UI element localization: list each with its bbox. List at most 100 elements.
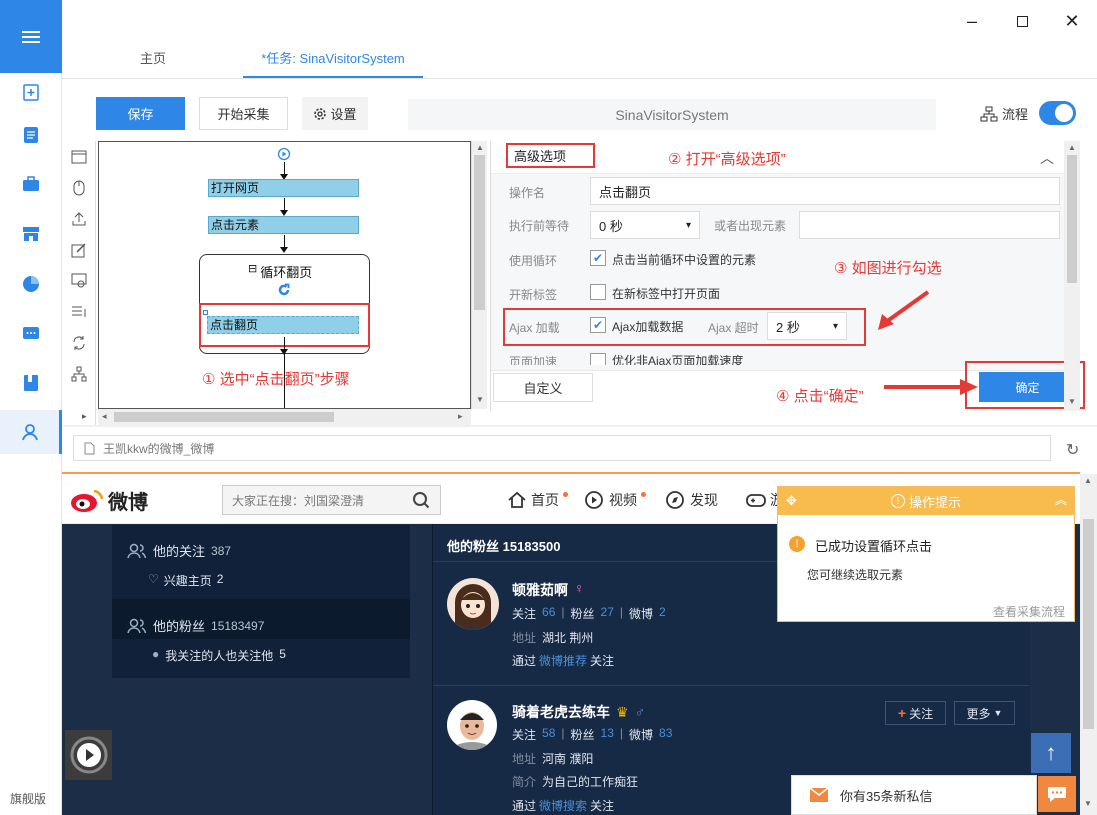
weibo-nav-video[interactable]: 视频 <box>585 490 646 510</box>
sidebar-item-toolbox[interactable] <box>0 162 62 206</box>
start-collect-button[interactable]: 开始采集 <box>199 97 288 130</box>
tool-recognize[interactable] <box>68 270 90 292</box>
task-name-field[interactable]: SinaVisitorSystem <box>408 99 936 130</box>
minimize-button[interactable]: – <box>947 0 997 42</box>
flow-toggle[interactable] <box>1039 101 1076 125</box>
follow-button-label: 关注 <box>909 706 934 721</box>
flow-canvas[interactable]: 打开网页 点击元素 ⊟ 循环翻页 点击翻页 ① 选中“点击翻页”步骤 <box>98 141 471 409</box>
settings-button[interactable]: 设置 <box>302 97 368 130</box>
appear-element-input[interactable] <box>799 211 1060 239</box>
use-loop-checkbox[interactable]: ✔ <box>590 250 606 266</box>
tool-branch[interactable] <box>68 363 90 385</box>
tab-task[interactable]: *任务: SinaVisitorSystem <box>243 48 423 78</box>
weibo-eye-icon <box>71 489 104 512</box>
sidebar-item-market[interactable] <box>0 212 62 256</box>
sidebar-item-messages[interactable] <box>0 312 62 356</box>
tool-select[interactable] <box>68 301 90 323</box>
custom-button[interactable]: 自定义 <box>493 373 593 402</box>
loop-collapse-icon[interactable]: ⊟ <box>248 262 257 281</box>
maximize-button[interactable] <box>997 0 1047 42</box>
ok-button[interactable]: 确定 <box>979 372 1076 402</box>
follow-button[interactable]: + 关注 <box>885 701 946 725</box>
tool-loop[interactable] <box>68 332 90 354</box>
sidebar-item-tutorial[interactable] <box>0 361 62 405</box>
tab-home[interactable]: 主页 <box>120 48 186 78</box>
chat-icon <box>23 327 39 339</box>
address-bar[interactable]: 王凯kkw的微博_微博 <box>73 435 1051 461</box>
side-interest[interactable]: ♡ 兴趣主页 2 <box>148 572 223 589</box>
reload-icon[interactable]: ↻ <box>1066 440 1079 460</box>
stat-follow[interactable]: 58 <box>542 726 555 743</box>
annotation-arrow-step3 <box>878 290 930 330</box>
weibo-search-input[interactable]: 大家正在搜：刘国梁澄清 <box>222 485 441 515</box>
flow-node-open-page[interactable]: 打开网页 <box>208 179 359 197</box>
weibo-nav-video-label: 视频 <box>609 492 637 508</box>
sidebar-item-account[interactable] <box>0 410 62 454</box>
flow-node-click-element[interactable]: 点击元素 <box>208 216 359 234</box>
drag-move-icon[interactable]: ✥ <box>786 493 797 509</box>
ajax-timeout-select[interactable]: 2 秒 ▾ <box>767 312 847 340</box>
sidebar-item-new-task[interactable] <box>0 70 62 114</box>
ajax-checkbox[interactable]: ✔ <box>590 317 606 333</box>
stat-weibo[interactable]: 83 <box>659 726 672 743</box>
tip-body: 您可继续选取元素 <box>807 568 904 582</box>
collapse-tools-icon[interactable]: ▸ <box>82 411 87 422</box>
back-to-top-button[interactable]: ↑ <box>1031 733 1071 773</box>
stat-label: 微博 <box>629 728 654 742</box>
video-play-button[interactable] <box>65 730 112 780</box>
stat-follow[interactable]: 66 <box>542 605 555 622</box>
close-button[interactable]: ✕ <box>1047 0 1097 42</box>
chevron-down-icon: ▾ <box>685 219 691 231</box>
tool-click[interactable] <box>68 177 90 199</box>
tool-input[interactable] <box>68 239 90 261</box>
side-fans-label: 他的粉丝 <box>153 619 206 634</box>
collapse-icon[interactable]: ︽ <box>1055 491 1067 508</box>
view-flow-link[interactable]: 查看采集流程 <box>993 603 1065 620</box>
more-button[interactable]: 更多 ▼ <box>954 701 1015 725</box>
menu-button[interactable] <box>0 0 62 73</box>
side-mutual-count: 5 <box>279 647 286 661</box>
save-button[interactable]: 保存 <box>96 97 185 130</box>
options-vertical-scrollbar[interactable]: ▲ ▼ <box>1064 141 1080 411</box>
weibo-logo[interactable]: 微博 <box>70 486 148 515</box>
stat-fans[interactable]: 13 <box>601 726 614 743</box>
side-following[interactable]: 他的关注 387 <box>127 541 231 560</box>
speed-checkbox-label: 优化非Ajax页面加载速度 <box>612 354 744 365</box>
via-link[interactable]: 微博搜索 <box>539 797 587 814</box>
stat-fans[interactable]: 27 <box>601 605 614 622</box>
advanced-options-header[interactable]: 高级选项 <box>506 143 595 168</box>
bio-label: 简介 <box>512 775 537 789</box>
wait-select[interactable]: 0 秒 ▾ <box>590 211 700 239</box>
newtab-checkbox-label: 在新标签中打开页面 <box>612 287 721 301</box>
sidebar-item-tasks[interactable] <box>0 113 62 157</box>
newtab-checkbox[interactable] <box>590 284 606 300</box>
side-fans[interactable]: 他的粉丝 15183497 <box>127 616 264 635</box>
canvas-vertical-scrollbar[interactable]: ▲ ▼ <box>471 141 487 409</box>
weibo-nav-home[interactable]: 首页 <box>507 490 568 510</box>
flow-arrow <box>280 235 288 253</box>
private-message-bar[interactable]: 你有35条新私信 <box>791 775 1037 815</box>
browser-vertical-scrollbar[interactable]: ▲ ▼ <box>1080 474 1097 815</box>
separator: | <box>561 605 565 619</box>
stat-weibo[interactable]: 2 <box>659 605 666 622</box>
tool-open-page[interactable] <box>68 146 90 168</box>
fan-name[interactable]: 顿雅茹啊 ♀ <box>512 580 585 600</box>
speed-checkbox[interactable] <box>590 353 606 365</box>
tool-extract[interactable] <box>68 208 90 230</box>
chat-button[interactable] <box>1038 776 1076 812</box>
sidebar-item-data[interactable] <box>0 262 62 306</box>
fan-avatar[interactable] <box>447 700 497 750</box>
maximize-icon <box>1016 15 1028 27</box>
fan-avatar[interactable] <box>447 578 499 630</box>
collapse-chevron-icon[interactable]: ︿ <box>1040 148 1054 168</box>
op-name-input[interactable]: 点击翻页 <box>590 177 1060 205</box>
settings-label: 设置 <box>330 107 357 122</box>
side-mutual[interactable]: ● 我关注的人也关注他 5 <box>152 647 286 664</box>
search-icon[interactable] <box>412 491 430 509</box>
canvas-horizontal-scrollbar[interactable]: ◂ ▸ <box>98 409 471 425</box>
via-prefix: 通过 <box>512 654 537 668</box>
via-link[interactable]: 微博推荐 <box>539 652 587 669</box>
fan-name[interactable]: 骑着老虎去练车 ♛ ♂ <box>512 702 645 722</box>
weibo-nav-discover[interactable]: 发现 <box>666 490 718 510</box>
pane-divider[interactable] <box>62 425 1097 427</box>
